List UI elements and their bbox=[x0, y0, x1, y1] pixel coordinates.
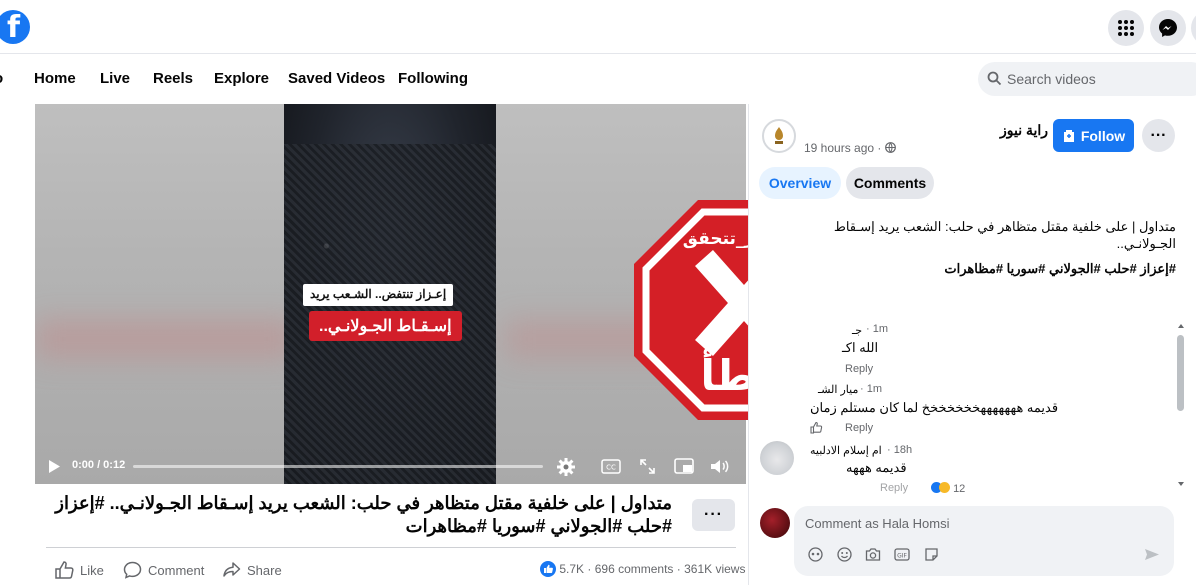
svg-text:CC: CC bbox=[606, 464, 616, 472]
comment-button[interactable]: Comment bbox=[123, 561, 204, 579]
expand-icon[interactable] bbox=[640, 459, 655, 474]
video-controls: 0:00 / 0:12 CC bbox=[35, 449, 746, 484]
like-button[interactable]: Like bbox=[55, 561, 104, 579]
messenger-button[interactable] bbox=[1150, 10, 1186, 46]
progress-bar[interactable] bbox=[133, 465, 543, 468]
nav-saved-videos[interactable]: Saved Videos bbox=[288, 70, 385, 87]
like-label: Like bbox=[80, 562, 104, 578]
dot-sep: · bbox=[676, 562, 685, 576]
comment-author[interactable]: جـ bbox=[852, 324, 862, 337]
nav-home[interactable]: Home bbox=[34, 70, 76, 87]
send-icon[interactable] bbox=[1144, 547, 1160, 562]
video-title: متداول | على خلفية مقتل متظاهر في حلب: ا… bbox=[55, 493, 672, 536]
current-user-avatar[interactable] bbox=[760, 508, 790, 538]
tab-overview[interactable]: Overview bbox=[759, 167, 841, 199]
search-icon bbox=[987, 71, 1002, 86]
comment-label: Comment bbox=[148, 562, 205, 578]
share-button[interactable]: Share bbox=[222, 561, 282, 579]
scroll-thumb[interactable] bbox=[1177, 335, 1184, 411]
video-caption-bottom: إسـقـاط الجـولانـي.. bbox=[309, 311, 462, 341]
camera-icon[interactable] bbox=[865, 547, 881, 562]
follow-page-icon bbox=[1063, 129, 1074, 142]
avatar-sticker-icon[interactable] bbox=[808, 547, 823, 562]
follow-label: Follow bbox=[1080, 127, 1126, 144]
page-avatar[interactable] bbox=[762, 119, 796, 153]
emoji-icon[interactable] bbox=[837, 547, 852, 562]
comment-icon bbox=[123, 561, 142, 579]
comment-time: · 18h bbox=[887, 444, 913, 456]
comment-text: قديمه هههه bbox=[846, 460, 907, 475]
nav-following[interactable]: Following bbox=[398, 70, 468, 87]
follow-button[interactable]: Follow bbox=[1053, 119, 1134, 152]
comment-time: · 1m bbox=[866, 323, 889, 335]
nav-edge-glyph: o bbox=[0, 70, 3, 87]
notifications-button[interactable] bbox=[1191, 10, 1196, 46]
like-reaction-icon bbox=[540, 561, 556, 577]
post-time: 19 hours ago · bbox=[804, 141, 896, 155]
nav-live[interactable]: Live bbox=[100, 70, 130, 87]
sticker-icon[interactable] bbox=[924, 547, 939, 562]
views-count: 361K views bbox=[684, 562, 746, 576]
divider bbox=[46, 547, 736, 548]
facebook-logo-icon[interactable]: f bbox=[0, 10, 30, 45]
comment-time: · 1m bbox=[860, 383, 883, 395]
comment-reply[interactable]: Reply bbox=[845, 363, 873, 375]
dot-sep: · bbox=[587, 562, 595, 576]
comment-author[interactable]: ام إسلام الادلبيه bbox=[810, 444, 882, 457]
captions-icon[interactable]: CC bbox=[601, 459, 621, 474]
video-caption-top: إعـزاز تنتفض.. الشـعب يريد bbox=[303, 284, 454, 306]
volume-icon[interactable] bbox=[710, 458, 730, 475]
comment-input[interactable]: Comment as Hala Homsi GIF bbox=[794, 506, 1174, 576]
svg-text:GIF: GIF bbox=[897, 552, 907, 559]
page-more-button[interactable]: ··· bbox=[1142, 119, 1175, 152]
search-input[interactable]: Search videos bbox=[978, 62, 1196, 96]
video-blur-left bbox=[35, 319, 295, 359]
comment-reaction-count: 12 bbox=[931, 482, 965, 495]
page-logo-icon bbox=[775, 127, 783, 144]
comments-count[interactable]: 696 comments bbox=[595, 562, 674, 576]
thumbs-up-icon bbox=[55, 561, 74, 579]
comment-text: الله اكـ bbox=[842, 340, 879, 355]
post-description: متداول | على خلفية مقتل متظاهر في حلب: ا… bbox=[833, 219, 1176, 251]
comment-reply[interactable]: Reply bbox=[845, 422, 873, 434]
globe-icon bbox=[884, 142, 896, 153]
comment-placeholder: Comment as Hala Homsi bbox=[805, 516, 950, 531]
gif-icon[interactable]: GIF bbox=[894, 547, 910, 562]
video-time: 0:00 / 0:12 bbox=[72, 459, 126, 471]
reaction-count[interactable]: 5.7K bbox=[559, 562, 584, 576]
share-icon bbox=[223, 562, 241, 577]
messenger-icon bbox=[1159, 19, 1177, 37]
tab-comments[interactable]: Comments bbox=[846, 167, 934, 199]
post-hashtags[interactable]: #إعزاز #حلب #الجولاني #سوريا #مظاهرات bbox=[800, 261, 1176, 277]
nav-reels[interactable]: Reels bbox=[153, 70, 193, 87]
menu-grid-button[interactable] bbox=[1108, 10, 1144, 46]
more-options-button[interactable]: ··· bbox=[692, 499, 735, 531]
comment-text: قديمه هههههههخخخخخخخ لما كان مستلم زمان bbox=[810, 400, 1059, 415]
comment-author[interactable]: ميار الشـ bbox=[818, 383, 858, 396]
picture-in-picture-icon[interactable] bbox=[674, 458, 694, 475]
play-icon[interactable] bbox=[47, 459, 61, 474]
settings-gear-icon[interactable] bbox=[556, 457, 576, 477]
search-placeholder: Search videos bbox=[1007, 71, 1096, 87]
laugh-reaction-icon bbox=[939, 482, 950, 493]
top-bar: f bbox=[0, 0, 1196, 54]
page-name[interactable]: راية نيوز bbox=[1000, 122, 1048, 139]
grid-icon bbox=[1118, 20, 1134, 36]
comment-reply[interactable]: Reply bbox=[880, 482, 908, 494]
share-label: Share bbox=[247, 562, 282, 578]
comment-like-icon[interactable] bbox=[810, 421, 823, 434]
commenter-avatar[interactable] bbox=[760, 441, 794, 475]
post-stats: 5.7K · 696 comments · 361K views bbox=[540, 561, 745, 577]
nav-explore[interactable]: Explore bbox=[214, 70, 269, 87]
